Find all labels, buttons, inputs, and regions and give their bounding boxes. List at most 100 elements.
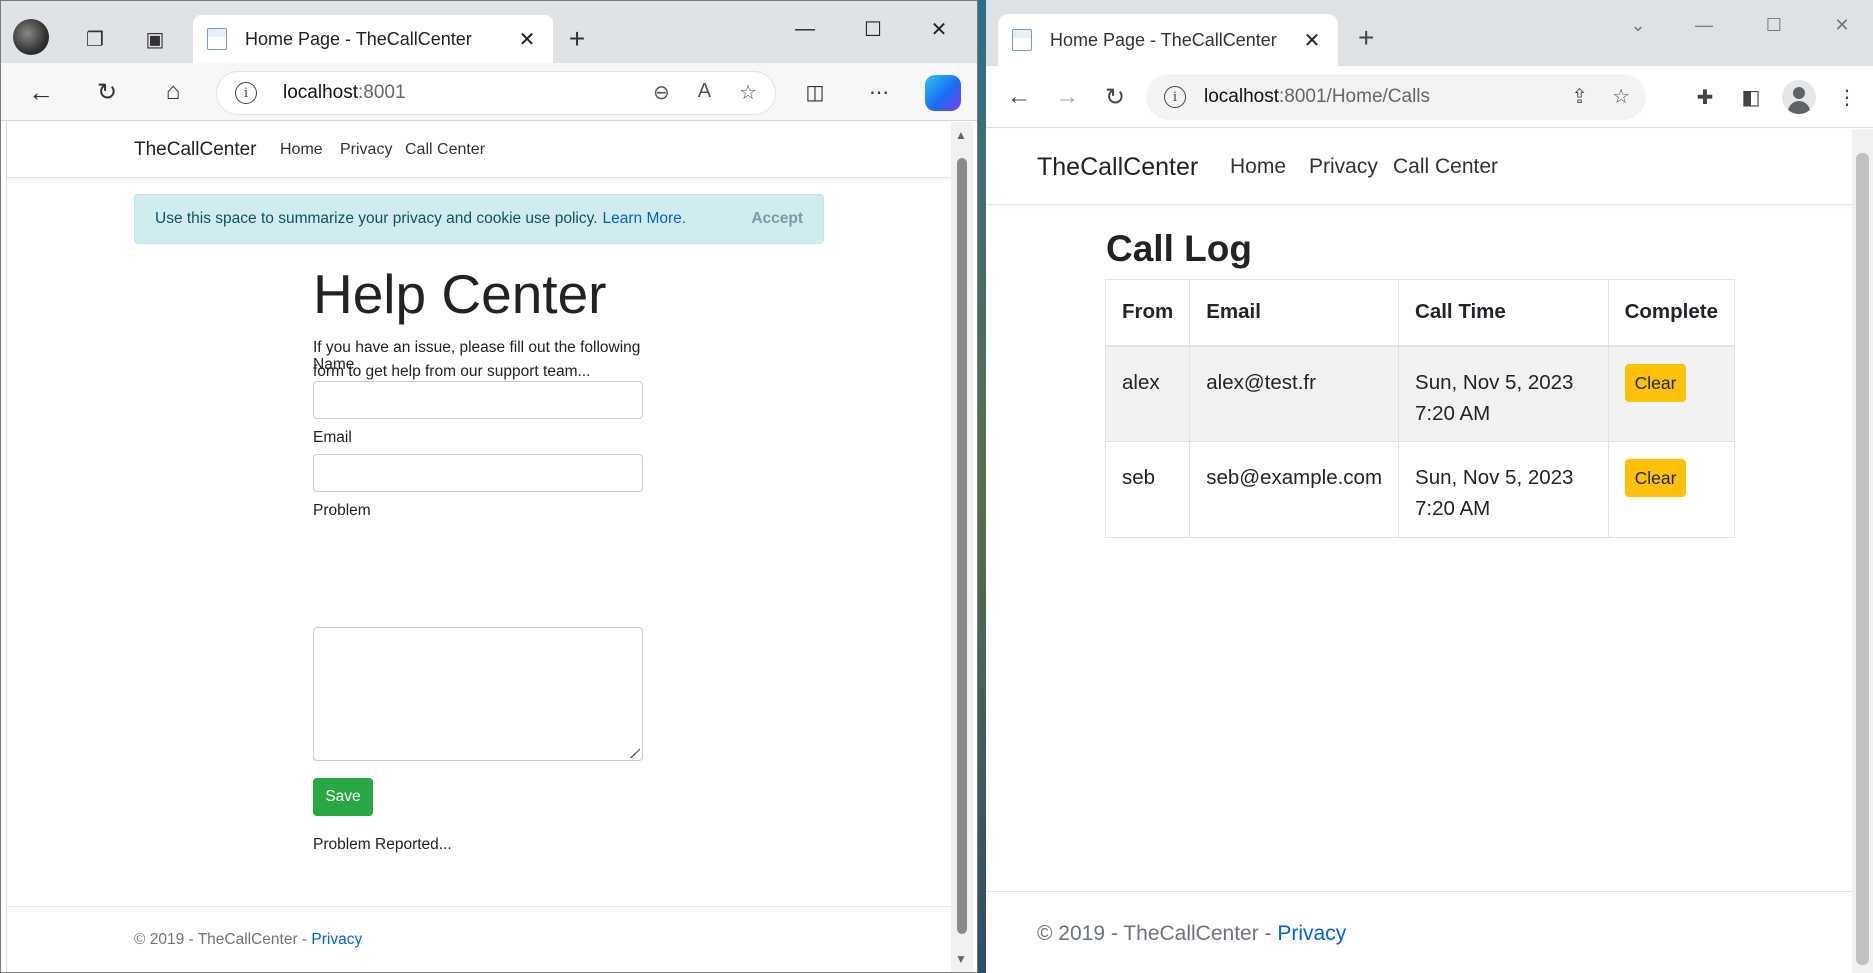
vertical-scrollbar[interactable] — [1852, 129, 1873, 973]
cell-from: seb — [1104, 441, 1191, 538]
minimize-icon[interactable]: — — [785, 13, 825, 45]
bookmark-star-icon[interactable]: ☆ — [1612, 84, 1630, 109]
column-header-from: From — [1104, 279, 1191, 347]
call-log-page: TheCallCenter Home Privacy Call Center C… — [986, 129, 1852, 973]
accept-cookie-button[interactable]: Accept — [751, 210, 803, 228]
cell-from: alex — [1104, 345, 1191, 442]
brand-link[interactable]: TheCallCenter — [134, 139, 257, 161]
more-menu-icon[interactable]: ⋯ — [861, 74, 897, 110]
site-info-icon[interactable]: i — [1164, 86, 1186, 108]
footer-privacy-link[interactable]: Privacy — [1277, 922, 1346, 945]
nav-link-call-center[interactable]: Call Center — [405, 141, 485, 159]
cookie-text: Use this space to summarize your privacy… — [155, 210, 598, 227]
refresh-icon[interactable]: ↻ — [1098, 80, 1132, 114]
vertical-scrollbar[interactable]: ▲ ▼ — [951, 122, 973, 972]
email-label: Email — [313, 429, 352, 446]
profile-avatar-icon[interactable] — [13, 19, 49, 55]
address-bar[interactable]: i localhost:8001/Home/Calls ⇪ ☆ — [1146, 74, 1646, 120]
share-icon[interactable]: ⇪ — [1571, 84, 1588, 109]
maximize-icon[interactable]: ☐ — [1754, 10, 1794, 40]
call-time: 7:20 AM — [1415, 401, 1491, 425]
new-tab-icon[interactable]: + — [1358, 22, 1374, 54]
call-date: Sun, Nov 5, 2023 — [1415, 370, 1574, 394]
edge-active-tab[interactable]: Home Page - TheCallCenter ✕ — [193, 15, 553, 63]
side-panel-icon[interactable]: ◧ — [1734, 80, 1768, 114]
address-host: localhost — [1204, 86, 1279, 107]
clear-button[interactable]: Clear — [1624, 363, 1687, 402]
clear-button[interactable]: Clear — [1624, 459, 1687, 497]
address-bar[interactable]: i localhost:8001 ⊖ A ☆ — [216, 71, 776, 115]
cell-complete: Clear — [1607, 345, 1736, 442]
profile-avatar-icon[interactable] — [1782, 80, 1816, 114]
forward-icon[interactable]: → — [1050, 80, 1084, 114]
status-message: Problem Reported... — [313, 836, 452, 853]
column-header-email: Email — [1189, 279, 1400, 347]
maximize-icon[interactable]: ☐ — [853, 13, 893, 45]
new-tab-icon[interactable]: + — [559, 21, 595, 57]
scrollbar-thumb[interactable] — [1856, 153, 1869, 965]
workspaces-icon[interactable]: ❐ — [77, 21, 113, 57]
desktop-background — [978, 0, 986, 973]
nav-link-call-center[interactable]: Call Center — [1393, 155, 1498, 179]
close-window-icon[interactable]: ✕ — [1822, 10, 1862, 40]
close-tab-icon[interactable]: ✕ — [515, 27, 539, 52]
help-center-page: TheCallCenter Home Privacy Call Center U… — [6, 122, 952, 972]
chrome-window: Home Page - TheCallCenter ✕ + ⌄ — ☐ ✕ ← … — [986, 0, 1873, 973]
chrome-active-tab[interactable]: Home Page - TheCallCenter ✕ — [998, 14, 1338, 66]
read-aloud-icon[interactable]: A — [698, 80, 711, 105]
page-footer: © 2019 - TheCallCenter - Privacy — [986, 891, 1852, 973]
name-field[interactable] — [313, 381, 643, 419]
split-screen-icon[interactable]: ◫ — [797, 74, 833, 110]
address-host: localhost — [283, 82, 358, 103]
cell-call-time: Sun, Nov 5, 2023 7:20 AM — [1398, 345, 1609, 442]
footer-privacy-link[interactable]: Privacy — [311, 931, 362, 948]
edge-window: ❐ ▣ Home Page - TheCallCenter ✕ + — ☐ ✕ … — [0, 0, 978, 973]
copilot-icon[interactable] — [925, 75, 961, 111]
site-navbar: TheCallCenter Home Privacy Call Center — [986, 129, 1852, 205]
tab-search-icon[interactable]: ⌄ — [1618, 10, 1658, 40]
edge-tab-strip: ❐ ▣ Home Page - TheCallCenter ✕ + — ☐ ✕ — [1, 1, 977, 63]
chrome-toolbar: ← → ↻ i localhost:8001/Home/Calls ⇪ ☆ ✚ … — [986, 66, 1873, 128]
nav-link-privacy[interactable]: Privacy — [340, 141, 392, 159]
nav-link-privacy[interactable]: Privacy — [1309, 155, 1378, 179]
learn-more-link[interactable]: Learn More. — [603, 210, 687, 228]
footer-copyright: © 2019 - TheCallCenter - — [1037, 922, 1278, 945]
tab-title: Home Page - TheCallCenter — [245, 28, 472, 49]
problem-textarea[interactable] — [313, 627, 643, 761]
table-header-row: From Email Call Time Complete — [1104, 279, 1736, 347]
back-icon[interactable]: ← — [1002, 80, 1036, 114]
table-row: seb seb@example.com Sun, Nov 5, 2023 7:20… — [1104, 441, 1736, 538]
brand-link[interactable]: TheCallCenter — [1037, 153, 1198, 182]
cell-email: seb@example.com — [1189, 441, 1400, 538]
page-footer: © 2019 - TheCallCenter - Privacy — [7, 906, 952, 972]
back-icon[interactable]: ← — [23, 74, 59, 110]
call-time: 7:20 AM — [1415, 497, 1491, 520]
problem-label: Problem — [313, 502, 371, 519]
page-favicon-icon — [207, 28, 227, 50]
zoom-icon[interactable]: ⊖ — [653, 80, 670, 105]
nav-link-home[interactable]: Home — [1230, 155, 1286, 179]
site-info-icon[interactable]: i — [235, 82, 257, 104]
extensions-icon[interactable]: ✚ — [1688, 80, 1722, 114]
address-port: :8001 — [358, 82, 406, 103]
scroll-down-icon[interactable]: ▼ — [955, 952, 967, 966]
minimize-icon[interactable]: — — [1684, 10, 1724, 40]
column-header-complete: Complete — [1607, 279, 1736, 347]
scrollbar-thumb[interactable] — [957, 158, 967, 934]
tab-actions-icon[interactable]: ▣ — [137, 21, 173, 57]
email-field[interactable] — [313, 454, 643, 492]
save-button[interactable]: Save — [313, 778, 373, 816]
close-window-icon[interactable]: ✕ — [919, 13, 959, 45]
refresh-icon[interactable]: ↻ — [89, 74, 125, 110]
chrome-tab-strip: Home Page - TheCallCenter ✕ + ⌄ — ☐ ✕ — [986, 0, 1873, 66]
close-tab-icon[interactable]: ✕ — [1300, 28, 1324, 53]
call-date: Sun, Nov 5, 2023 — [1415, 466, 1574, 489]
chrome-menu-icon[interactable]: ⋮ — [1830, 80, 1864, 114]
call-log-table: From Email Call Time Complete alex alex@… — [1104, 279, 1736, 538]
home-icon[interactable]: ⌂ — [155, 74, 191, 110]
nav-link-home[interactable]: Home — [280, 141, 323, 159]
cookie-consent-banner: Use this space to summarize your privacy… — [134, 194, 824, 244]
favorite-star-icon[interactable]: ☆ — [739, 80, 757, 105]
resize-grip-icon[interactable] — [630, 748, 640, 758]
scroll-up-icon[interactable]: ▲ — [955, 128, 967, 142]
